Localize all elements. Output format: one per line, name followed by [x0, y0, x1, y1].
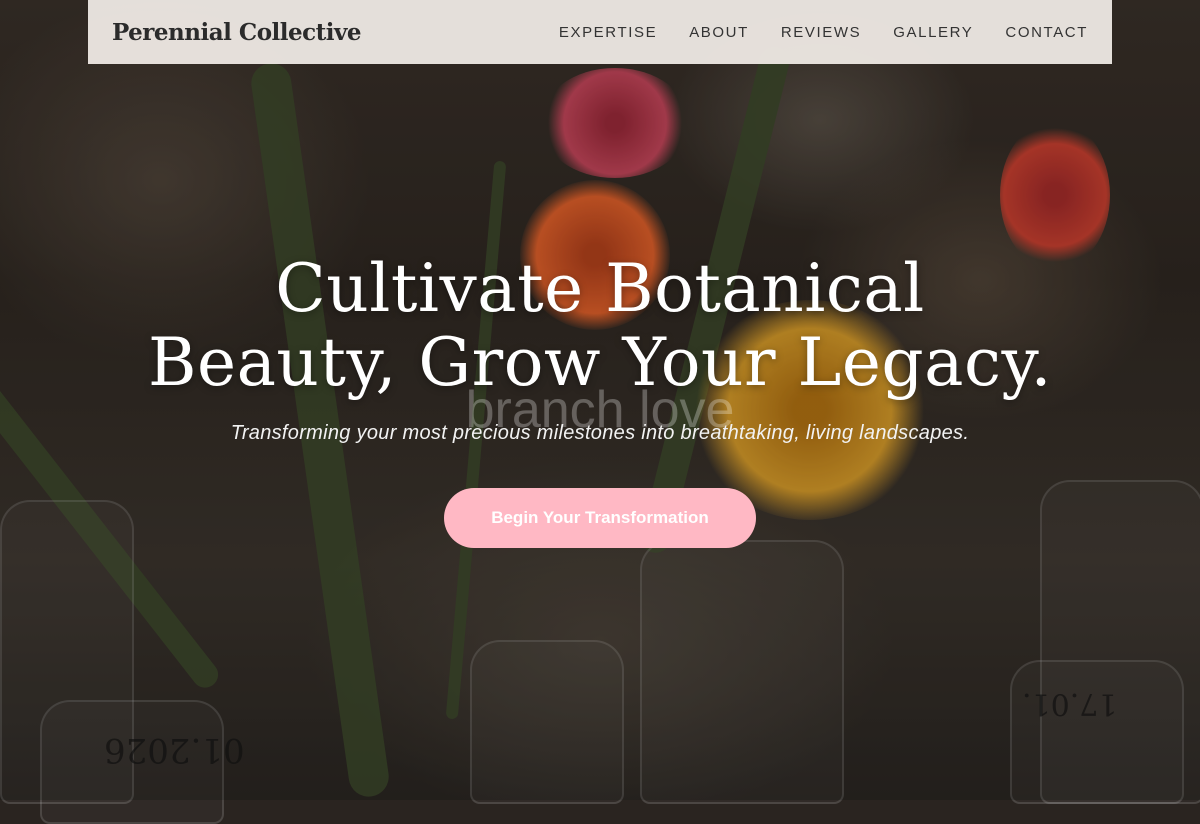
nav-link-about[interactable]: ABOUT — [689, 24, 749, 41]
nav-link-expertise[interactable]: EXPERTISE — [559, 24, 657, 41]
hero-title: Cultivate Botanical Beauty, Grow Your Le… — [0, 252, 1200, 400]
nav-links: EXPERTISE ABOUT REVIEWS GALLERY CONTACT — [559, 24, 1088, 41]
nav-link-gallery[interactable]: GALLERY — [893, 24, 973, 41]
nav-link-reviews[interactable]: REVIEWS — [781, 24, 861, 41]
begin-transformation-button[interactable]: Begin Your Transformation — [444, 488, 756, 548]
hero-subtitle: Transforming your most precious mileston… — [230, 422, 970, 444]
brand-logo[interactable]: Perennial Collective — [112, 19, 362, 46]
top-nav: Perennial Collective EXPERTISE ABOUT REV… — [88, 0, 1112, 64]
hero-title-line1: Cultivate Botanical — [275, 250, 925, 327]
nav-link-contact[interactable]: CONTACT — [1005, 24, 1088, 41]
